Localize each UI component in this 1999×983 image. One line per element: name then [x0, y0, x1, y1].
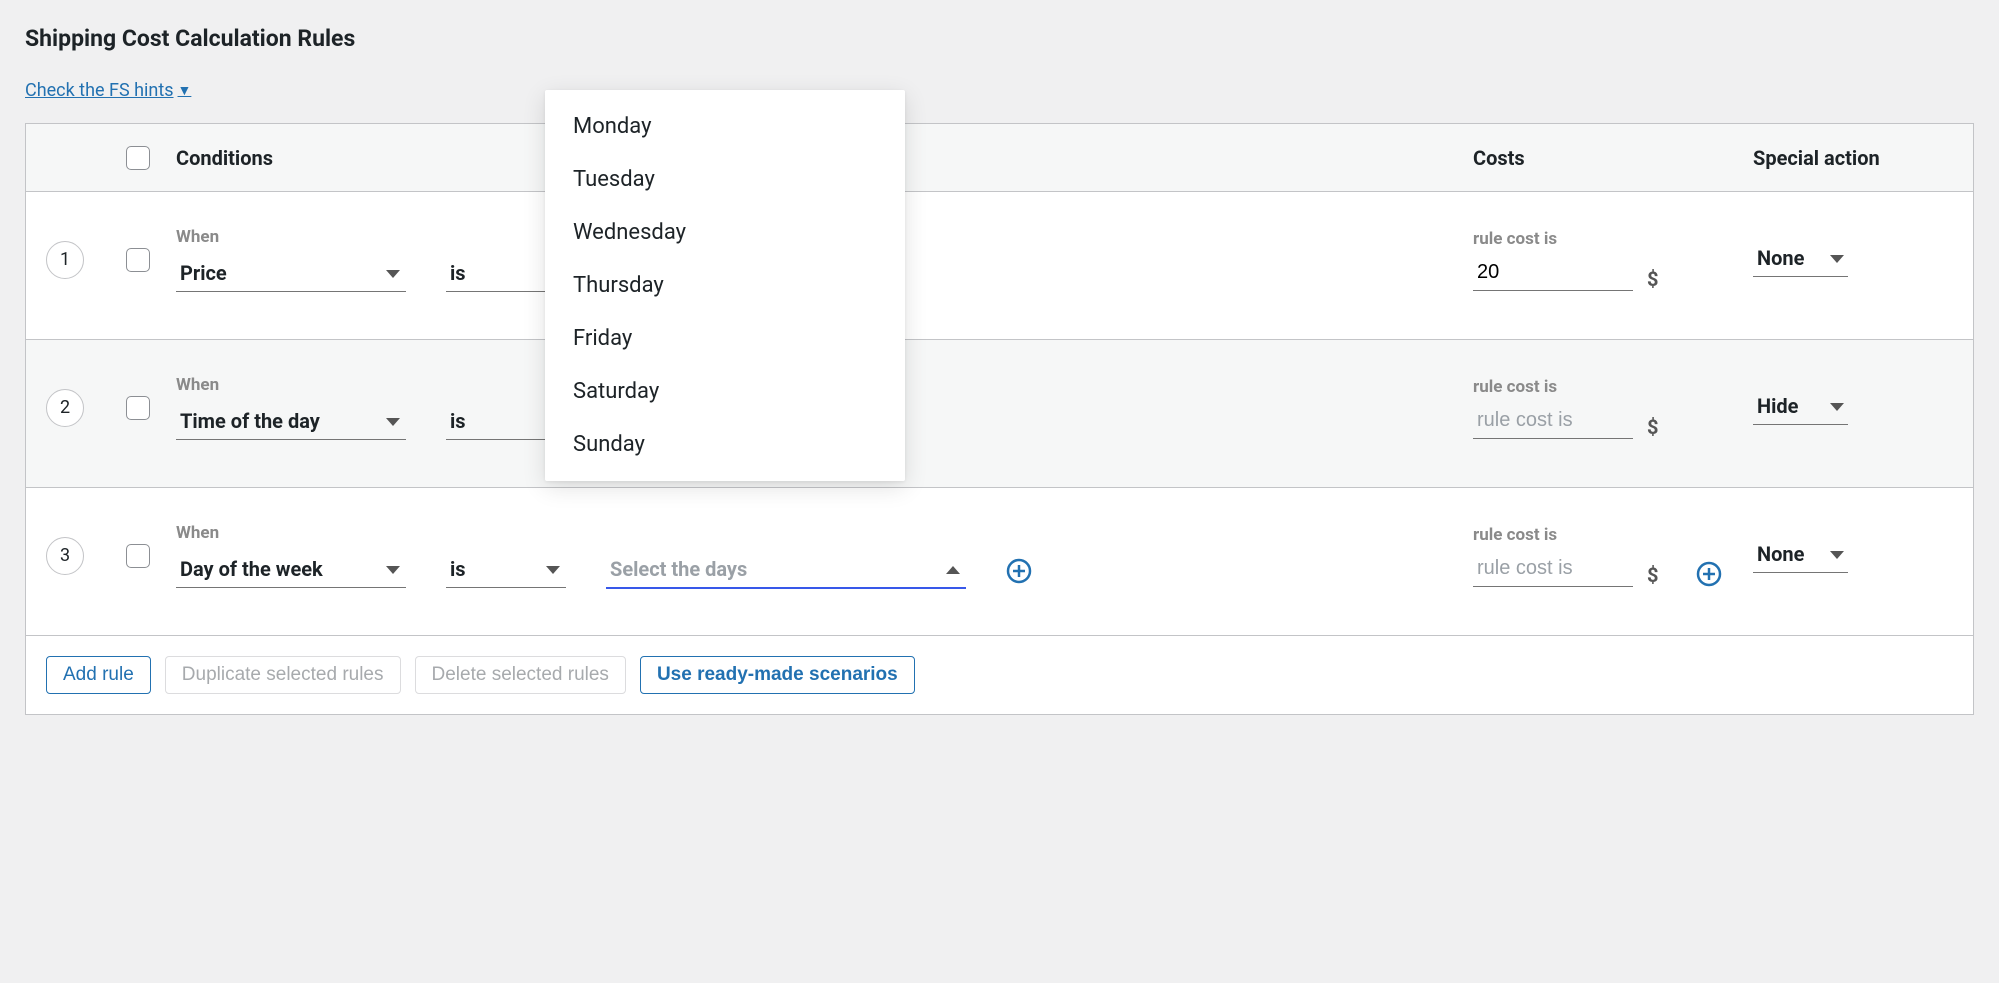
add-rule-button[interactable]: Add rule	[46, 656, 151, 694]
day-option[interactable]: Friday	[545, 312, 905, 365]
special-action-select[interactable]: None	[1753, 538, 1848, 573]
cost-input[interactable]	[1473, 259, 1633, 291]
rule-row: 2WhenTime of the dayisrule cost is$Hide	[26, 340, 1973, 488]
rules-panel: Conditions Costs Special action 1 When Pri…	[25, 123, 1974, 715]
select-all-checkbox[interactable]	[126, 146, 150, 170]
chevron-down-icon	[386, 270, 400, 278]
days-select[interactable]: Select the days	[606, 553, 966, 589]
cost-input[interactable]	[1473, 407, 1633, 439]
operator-select[interactable]: is	[446, 553, 566, 588]
rule-checkbox[interactable]	[126, 248, 150, 272]
chevron-down-icon	[386, 418, 400, 426]
duplicate-rules-button[interactable]: Duplicate selected rules	[165, 656, 401, 694]
rule-row: 3 When Day of the week is Select the days rul…	[26, 488, 1973, 636]
cost-label: rule cost is	[1473, 525, 1753, 545]
day-option[interactable]: Saturday	[545, 365, 905, 418]
chevron-down-icon	[386, 566, 400, 574]
condition-select[interactable]: Time of the day	[176, 405, 406, 440]
plus-circle-icon	[1696, 561, 1722, 587]
special-action-select[interactable]: Hide	[1753, 390, 1848, 425]
plus-circle-icon	[1006, 558, 1032, 584]
day-option[interactable]: Tuesday	[545, 153, 905, 206]
delete-rules-button[interactable]: Delete selected rules	[415, 656, 626, 694]
table-header: Conditions Costs Special action	[26, 124, 1973, 192]
days-dropdown[interactable]: MondayTuesdayWednesdayThursdayFridaySatu…	[545, 90, 905, 481]
add-cost-button[interactable]	[1696, 561, 1722, 587]
chevron-down-icon	[546, 566, 560, 574]
day-option[interactable]: Sunday	[545, 418, 905, 471]
cost-input[interactable]	[1473, 555, 1633, 587]
chevron-down-icon	[1830, 551, 1844, 559]
hints-link-label: Check the FS hints	[25, 80, 174, 101]
col-header-special: Special action	[1753, 146, 1953, 170]
chevron-down-icon	[1830, 255, 1844, 263]
currency-symbol: $	[1647, 267, 1658, 291]
cost-label: rule cost is	[1473, 229, 1753, 249]
chevron-down-icon	[1830, 403, 1844, 411]
rule-checkbox[interactable]	[126, 544, 150, 568]
hints-link[interactable]: Check the FS hints ▼	[25, 80, 191, 101]
rule-row: 1WhenPriceisrule cost is$None	[26, 192, 1973, 340]
rule-number: 3	[46, 537, 84, 575]
section-heading: Shipping Cost Calculation Rules	[25, 25, 1974, 52]
day-option[interactable]: Wednesday	[545, 206, 905, 259]
col-header-costs: Costs	[1473, 146, 1753, 170]
rule-number: 2	[46, 389, 84, 427]
rule-number: 1	[46, 241, 84, 279]
currency-symbol: $	[1647, 563, 1658, 587]
chevron-up-icon	[946, 566, 960, 574]
days-placeholder: Select the days	[610, 557, 747, 581]
day-option[interactable]: Monday	[545, 100, 905, 153]
footer-actions: Add rule Duplicate selected rules Delete…	[26, 636, 1973, 714]
condition-select[interactable]: Day of the week	[176, 553, 406, 588]
day-option[interactable]: Thursday	[545, 259, 905, 312]
ready-scenarios-button[interactable]: Use ready-made scenarios	[640, 656, 915, 694]
condition-select[interactable]: Price	[176, 257, 406, 292]
add-condition-button[interactable]	[1006, 558, 1032, 584]
when-label: When	[176, 523, 1473, 543]
chevron-down-icon: ▼	[178, 82, 192, 99]
rule-checkbox[interactable]	[126, 396, 150, 420]
currency-symbol: $	[1647, 415, 1658, 439]
cost-label: rule cost is	[1473, 377, 1753, 397]
special-action-select[interactable]: None	[1753, 242, 1848, 277]
